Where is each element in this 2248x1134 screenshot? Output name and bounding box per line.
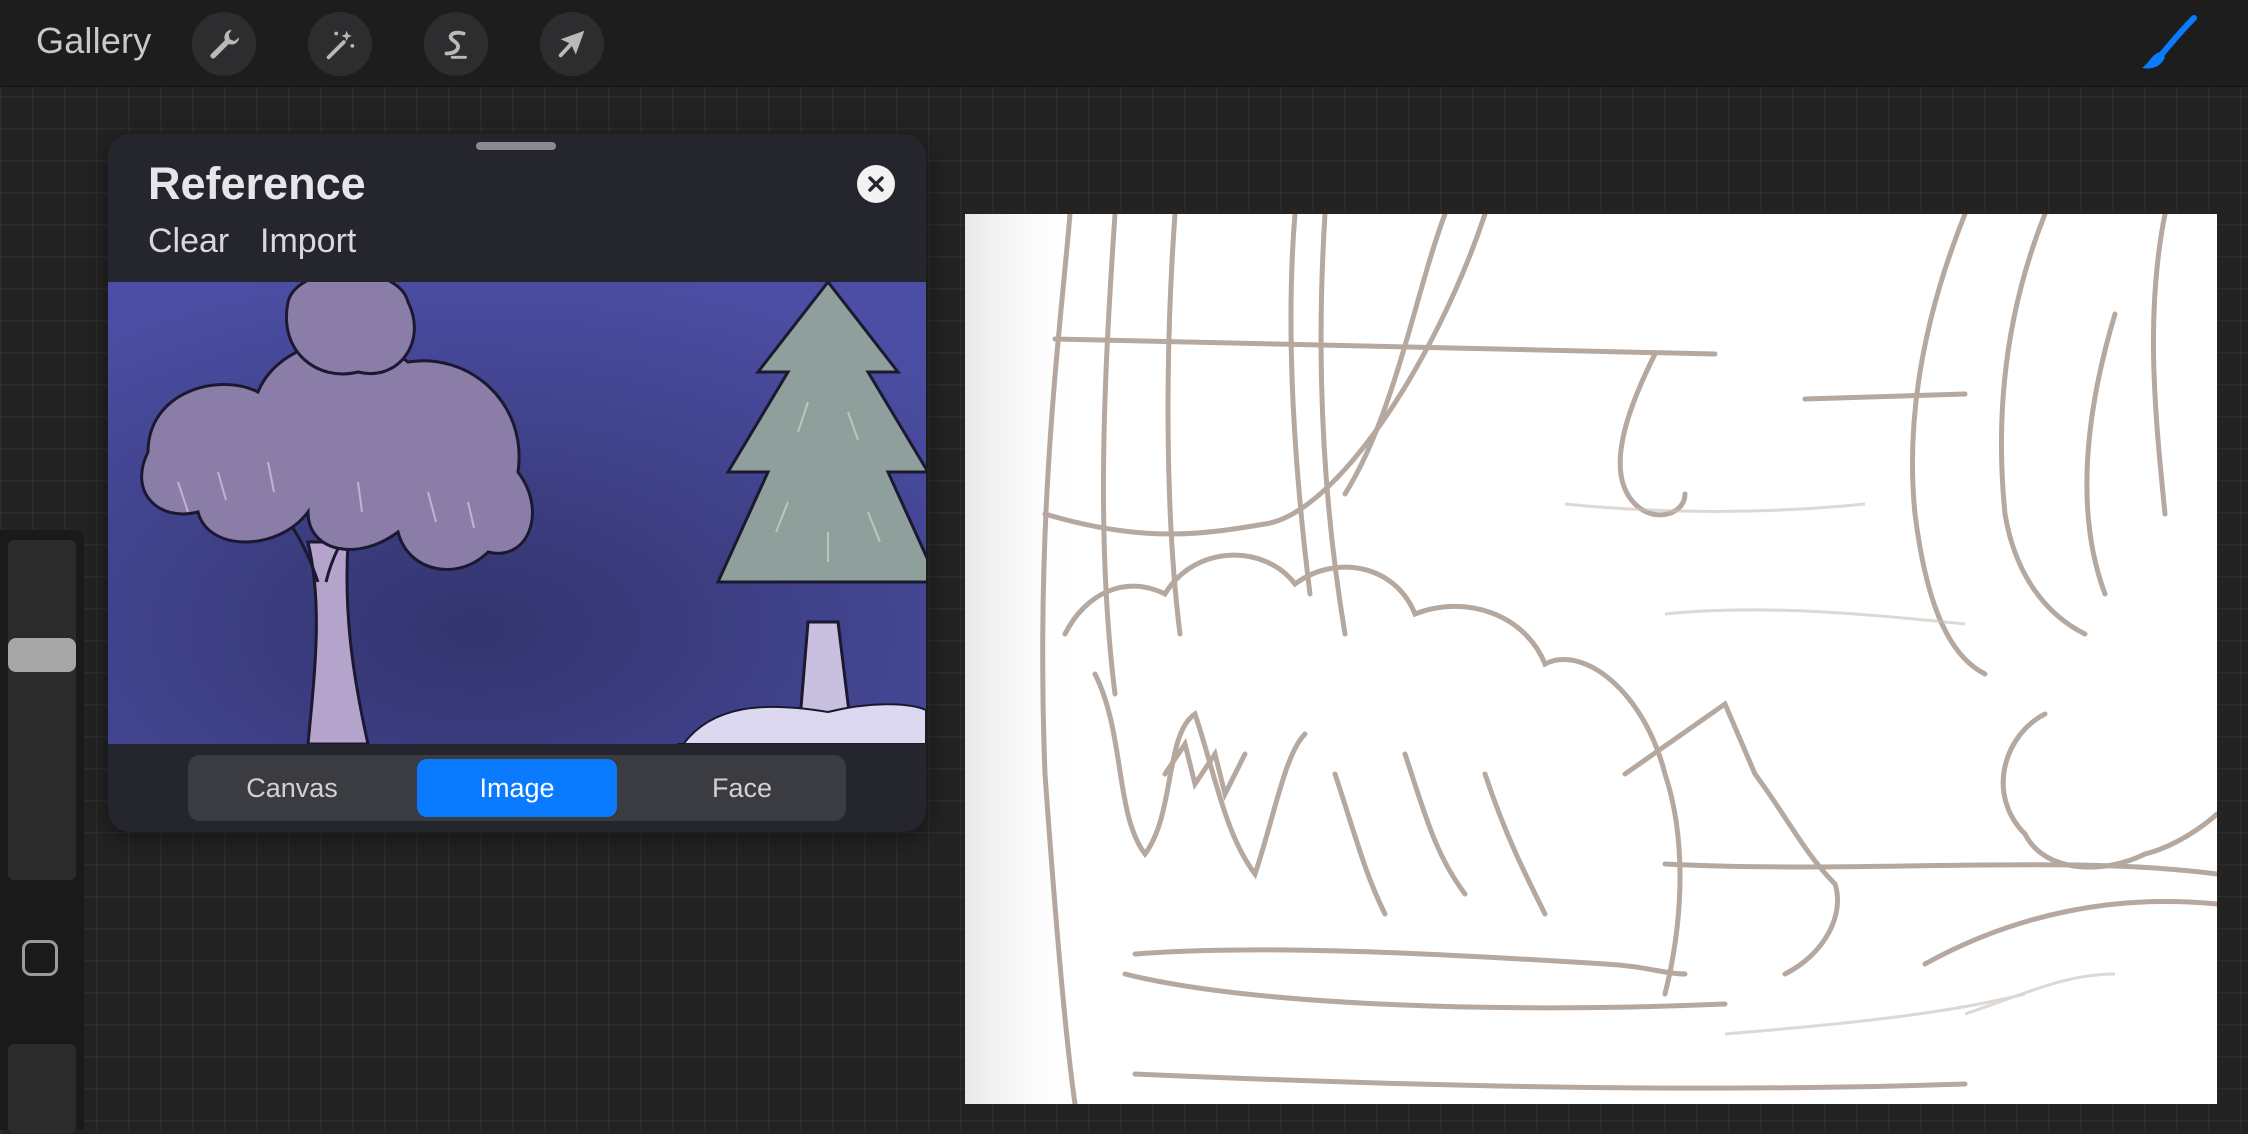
arrow-cursor-icon	[558, 30, 585, 58]
brush-icon	[2142, 15, 2197, 69]
reference-panel: Reference Clear Import Canvas Image Face	[108, 134, 926, 832]
close-button[interactable]	[857, 165, 895, 203]
selection-s-icon	[444, 30, 467, 59]
wrench-icon	[210, 29, 240, 59]
tab-canvas[interactable]: Canvas	[192, 759, 392, 817]
close-icon	[868, 176, 884, 192]
selection-button[interactable]	[424, 12, 488, 76]
panel-drag-handle[interactable]	[476, 142, 556, 150]
top-toolbar: Gallery	[0, 0, 2248, 87]
magic-wand-icon	[326, 30, 355, 60]
actions-button[interactable]	[192, 12, 256, 76]
brush-button[interactable]	[2136, 14, 2200, 76]
adjustments-button[interactable]	[308, 12, 372, 76]
reference-image[interactable]	[108, 270, 926, 756]
opacity-slider[interactable]	[8, 1044, 76, 1134]
transform-button[interactable]	[540, 12, 604, 76]
gallery-button[interactable]: Gallery	[36, 20, 151, 62]
modify-button[interactable]	[22, 940, 58, 976]
panel-title: Reference	[148, 158, 366, 209]
brush-size-slider-thumb[interactable]	[8, 638, 76, 672]
tab-face[interactable]: Face	[642, 759, 842, 817]
brush-size-slider[interactable]	[8, 540, 76, 880]
clear-button[interactable]: Clear	[148, 222, 229, 261]
drawing-canvas[interactable]	[965, 214, 2217, 1104]
tab-image[interactable]: Image	[417, 759, 617, 817]
import-button[interactable]: Import	[260, 222, 356, 261]
reference-mode-tabs: Canvas Image Face	[188, 755, 846, 821]
left-sidebar	[0, 530, 84, 1134]
